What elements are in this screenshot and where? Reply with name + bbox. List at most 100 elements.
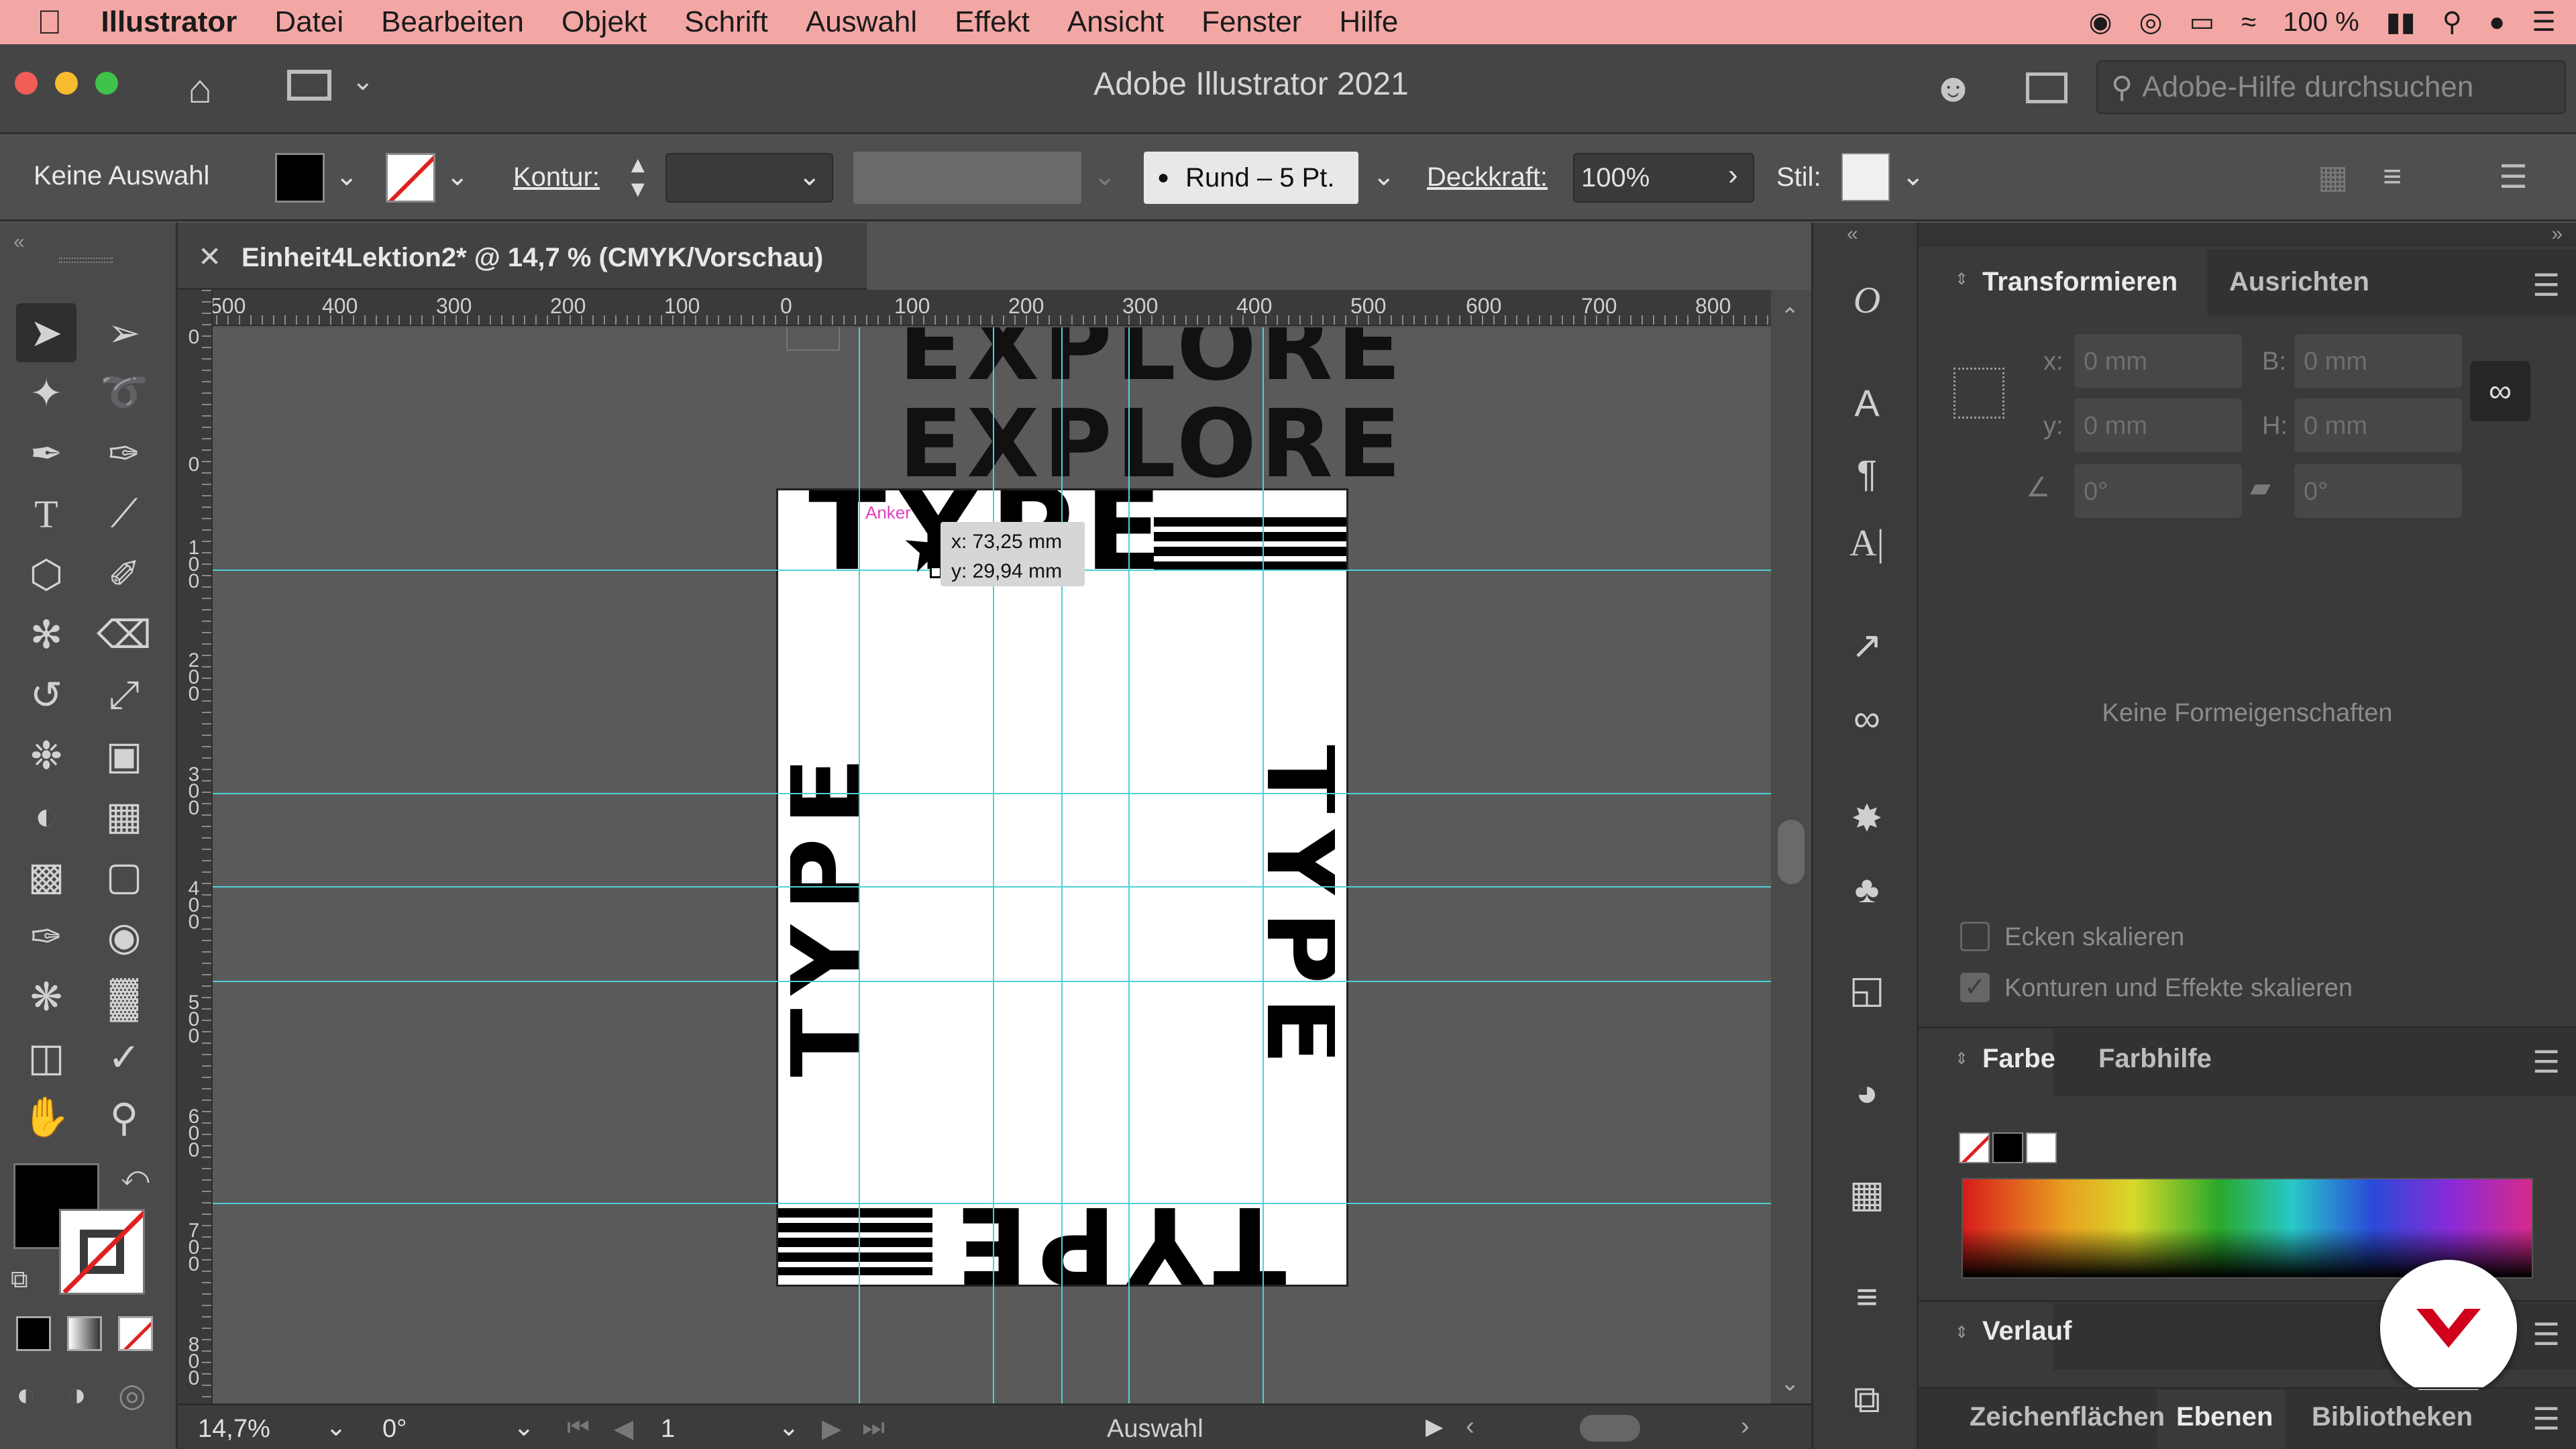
brand-badge[interactable]	[2380, 1260, 2517, 1397]
status-menu-arrow-icon[interactable]: ▶	[1426, 1413, 1443, 1440]
window-close-button[interactable]	[15, 72, 38, 95]
menu-auswahl[interactable]: Auswahl	[806, 5, 917, 39]
tab-align[interactable]: Ausrichten	[2229, 267, 2369, 297]
guide-vertical[interactable]	[1128, 327, 1130, 1403]
transparency-icon[interactable]: ◱	[1841, 964, 1892, 1015]
share-user-icon[interactable]: ☻	[1932, 64, 1974, 111]
rotation-angle[interactable]: 0°	[382, 1415, 407, 1444]
tab-color-guide[interactable]: Farbhilfe	[2098, 1044, 2212, 1074]
profile-chevron-icon[interactable]: ⌄	[1093, 161, 1116, 192]
window-zoom-button[interactable]	[95, 72, 118, 95]
guide-horizontal[interactable]	[213, 886, 1771, 888]
menu-schrift[interactable]: Schrift	[684, 5, 768, 39]
scale-tool-icon[interactable]: ⤢	[94, 665, 154, 724]
zoom-level[interactable]: 14,7%	[198, 1415, 270, 1444]
guide-vertical[interactable]	[1061, 327, 1063, 1403]
eyedropper-tool-icon[interactable]: ✑	[16, 907, 76, 966]
first-artboard-icon[interactable]: ⏮	[567, 1413, 590, 1442]
black-swatch[interactable]	[1992, 1132, 2023, 1163]
stroke-label[interactable]: Kontur:	[513, 162, 600, 193]
apple-icon[interactable]: 	[37, 3, 62, 42]
stroke-panel-icon[interactable]: ≡	[1841, 1271, 1892, 1322]
links-icon[interactable]: ∞	[1841, 692, 1892, 743]
horizontal-ruler[interactable]: 500 400 300 200 100 0 100 200 300 400 50…	[205, 290, 1771, 326]
type-right-column[interactable]: TYPE	[1265, 571, 1335, 1208]
menu-bearbeiten[interactable]: Bearbeiten	[381, 5, 524, 39]
menu-app[interactable]: Illustrator	[101, 5, 237, 39]
pathfinder-icon[interactable]: ⧉	[1841, 1374, 1892, 1425]
transform-options-icon[interactable]: ≡	[2383, 158, 2402, 195]
gradient-tool-icon[interactable]: ▢	[94, 847, 154, 906]
none-mode-icon[interactable]	[118, 1316, 153, 1351]
tab-transform[interactable]: Transformieren	[1982, 267, 2178, 297]
guide-horizontal[interactable]	[213, 1203, 1771, 1204]
y-input[interactable]: 0 mm	[2074, 398, 2242, 452]
line-tool-icon[interactable]: ⟋	[94, 484, 154, 543]
menu-objekt[interactable]: Objekt	[561, 5, 647, 39]
color-mode-icon[interactable]	[16, 1316, 51, 1351]
close-tab-icon[interactable]: ✕	[198, 240, 221, 273]
height-input[interactable]: 0 mm	[2294, 398, 2462, 452]
panel-toggle-icon[interactable]: ⇕	[1955, 1049, 1968, 1069]
gradient-mode-icon[interactable]	[67, 1316, 102, 1351]
scroll-down-icon[interactable]: ⌄	[1780, 1370, 1800, 1397]
scale-corners-checkbox[interactable]	[1960, 922, 1990, 951]
slice-tool-icon[interactable]: ✓	[94, 1028, 154, 1087]
vertical-ruler[interactable]: 0 0 1 0 0 2 0 0 3 0 0 4 0 0 5 0 0 6 0 0 …	[178, 290, 213, 1403]
selection-tool-icon[interactable]: ➤	[16, 303, 76, 362]
paragraph-styles-icon[interactable]: ¶	[1841, 447, 1892, 498]
hand-tool-icon[interactable]: ✋	[16, 1088, 76, 1147]
collapse-strip-icon[interactable]: «	[1847, 223, 1858, 246]
polygon-tool-icon[interactable]: ⬡	[16, 545, 76, 604]
workspace-chevron-icon[interactable]: ⌄	[352, 66, 374, 97]
guide-vertical[interactable]	[993, 327, 994, 1403]
stroke-color-box[interactable]	[59, 1209, 145, 1295]
guide-vertical[interactable]	[1263, 327, 1264, 1403]
panel-toggle-icon[interactable]: ⇕	[1955, 1323, 1968, 1342]
stroke-swatch[interactable]	[386, 153, 435, 203]
character-styles-icon[interactable]: A	[1841, 377, 1892, 428]
variable-width-profile[interactable]	[853, 152, 1081, 204]
warp-tool-icon[interactable]: ❉	[16, 726, 76, 785]
window-minimize-button[interactable]	[55, 72, 78, 95]
opacity-input[interactable]: 100%	[1573, 153, 1754, 203]
opacity-arrow-icon[interactable]: ›	[1728, 158, 1738, 192]
style-chevron-icon[interactable]: ⌄	[1902, 161, 1925, 192]
menu-effekt[interactable]: Effekt	[955, 5, 1030, 39]
menu-ansicht[interactable]: Ansicht	[1067, 5, 1164, 39]
shape-builder-tool-icon[interactable]: ◐	[16, 786, 76, 845]
x-input[interactable]: 0 mm	[2074, 334, 2242, 388]
tab-layers[interactable]: Ebenen	[2176, 1402, 2273, 1432]
opacity-label[interactable]: Deckkraft:	[1427, 162, 1548, 193]
help-search-box[interactable]: ⚲ Adobe-Hilfe durchsuchen	[2096, 60, 2566, 114]
record-icon[interactable]: ◎	[2139, 7, 2163, 38]
tab-gradient[interactable]: Verlauf	[1982, 1316, 2072, 1346]
align-options-icon[interactable]: ▦	[2318, 158, 2348, 196]
rotate-input[interactable]: 0°	[2074, 464, 2242, 518]
collapse-toolbar-icon[interactable]: «	[13, 231, 25, 254]
rotation-chevron-icon[interactable]: ⌄	[513, 1412, 535, 1442]
siri-icon[interactable]: ●	[2489, 7, 2505, 38]
graphic-style-swatch[interactable]	[1841, 153, 1890, 201]
appearance-icon[interactable]: ◕	[1841, 1067, 1892, 1118]
scale-strokes-checkbox[interactable]: ✓	[1960, 973, 1990, 1002]
transform-panel-menu-icon[interactable]: ☰	[2532, 267, 2560, 303]
draw-inside-icon[interactable]: ◎	[118, 1377, 146, 1414]
character-icon[interactable]: A|	[1841, 518, 1892, 569]
battery-icon[interactable]: ▮▮	[2386, 7, 2416, 38]
type-left-column[interactable]: TYPE	[790, 571, 860, 1208]
mesh-tool-icon[interactable]: ▩	[16, 847, 76, 906]
spotlight-search-icon[interactable]: ⚲	[2443, 7, 2462, 38]
creative-cloud-icon[interactable]: ◉	[2089, 7, 2112, 38]
free-transform-tool-icon[interactable]: ▣	[94, 726, 154, 785]
zoom-tool-icon[interactable]: ⚲	[94, 1088, 154, 1147]
shear-input[interactable]: 0°	[2294, 464, 2462, 518]
constrain-proportions-link-icon[interactable]: ∞	[2470, 361, 2530, 421]
workspace-switcher-icon[interactable]	[287, 70, 331, 101]
pen-tool-icon[interactable]: ✒	[16, 424, 76, 483]
next-artboard-icon[interactable]: ▶	[822, 1413, 841, 1444]
reference-point-icon[interactable]	[1953, 368, 2004, 419]
lasso-tool-icon[interactable]: ➰	[94, 364, 154, 423]
zoom-chevron-icon[interactable]: ⌄	[325, 1412, 347, 1442]
bottom-panel-menu-icon[interactable]: ☰	[2532, 1401, 2560, 1437]
